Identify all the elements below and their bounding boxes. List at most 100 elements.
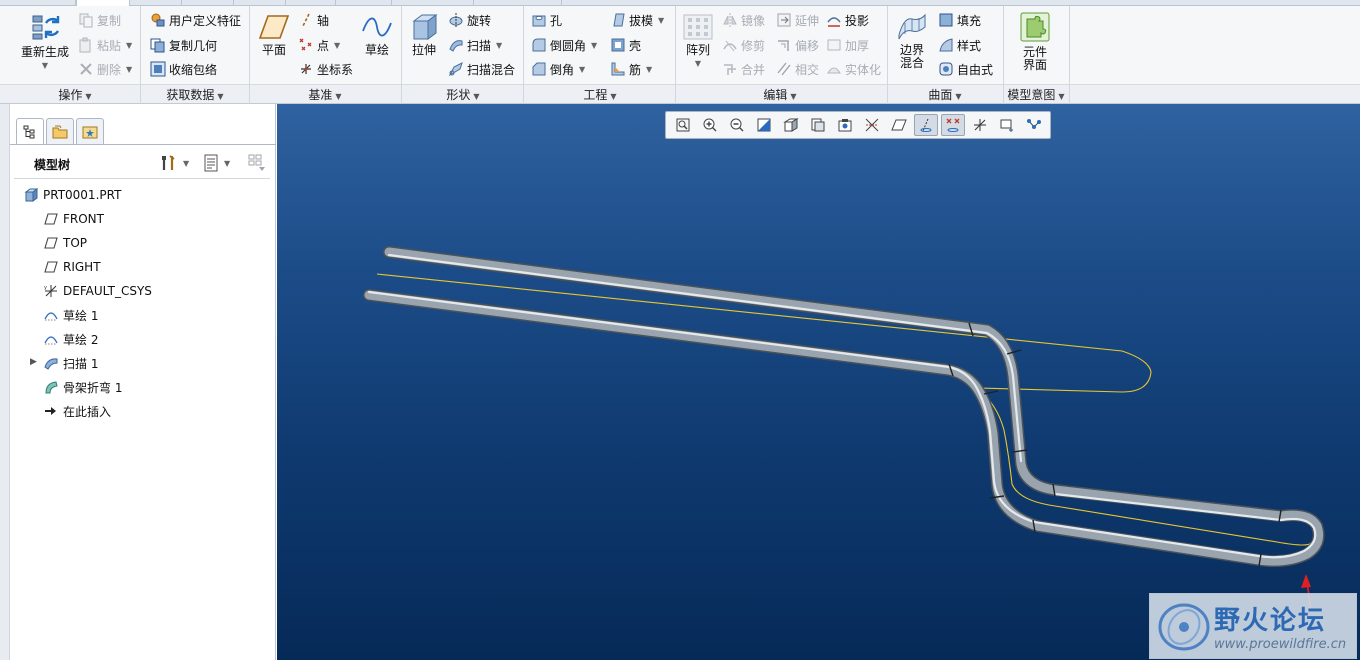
mirror-button[interactable]: 镜像 xyxy=(722,10,765,30)
freestyle-label: 自由式 xyxy=(957,62,994,77)
group-label-shapes[interactable]: 形状 ▼ xyxy=(418,86,508,103)
zoom-in-button[interactable] xyxy=(698,114,722,136)
csys-display-toggle[interactable] xyxy=(968,114,992,136)
sketch-button[interactable]: 草绘 xyxy=(358,13,396,57)
paste-button[interactable]: 粘贴 ▼ xyxy=(78,35,132,55)
group-label-engineering[interactable]: 工程 ▼ xyxy=(555,86,645,103)
freestyle-button[interactable]: 自由式 xyxy=(938,59,993,79)
chevron-down-icon[interactable]: ▼ xyxy=(496,41,502,50)
chevron-down-icon[interactable]: ▼ xyxy=(680,57,716,70)
repaint-button[interactable] xyxy=(752,114,776,136)
component-interface-button[interactable]: 元件界面 xyxy=(1012,11,1058,72)
saved-orientations-button[interactable] xyxy=(806,114,830,136)
datum-point-button[interactable]: 点 ▼ xyxy=(298,35,340,55)
sweep-button[interactable]: 扫描 ▼ xyxy=(448,35,502,55)
extend-button[interactable]: 延伸 xyxy=(776,10,819,30)
shell-button[interactable]: 壳 xyxy=(610,35,641,55)
extrude-label: 拉伸 xyxy=(411,43,436,57)
csys-button[interactable]: 坐标系 xyxy=(298,59,353,79)
solidify-button[interactable]: 实体化 xyxy=(826,59,881,79)
datum-plane-button[interactable]: 平面 xyxy=(255,13,293,57)
chevron-down-icon[interactable]: ▼ xyxy=(334,41,340,50)
group-label-editing[interactable]: 编辑 ▼ xyxy=(735,86,825,103)
hole-button[interactable]: 孔 xyxy=(531,10,562,30)
chevron-down-icon[interactable]: ▼ xyxy=(579,65,585,74)
offset-button[interactable]: 偏移 xyxy=(776,35,819,55)
refit-button[interactable] xyxy=(671,114,695,136)
tab-model-tree[interactable] xyxy=(16,118,44,145)
expand-arrow-icon[interactable]: ▶ xyxy=(30,357,37,367)
chevron-down-icon[interactable]: ▼ xyxy=(16,59,74,72)
chamfer-button[interactable]: 倒角 ▼ xyxy=(531,59,585,79)
datum-display-filter-button[interactable] xyxy=(887,114,911,136)
tree-node-sketch-1[interactable]: 草绘 1 xyxy=(44,305,98,325)
tree-node-sweep-1[interactable]: 扫描 1 xyxy=(44,353,98,373)
tab-folder-browser[interactable] xyxy=(46,118,74,144)
sketch-icon xyxy=(44,336,58,345)
chevron-down-icon[interactable]: ▼ xyxy=(183,159,189,168)
project-button[interactable]: 投影 xyxy=(826,10,869,30)
shrinkwrap-button[interactable]: 收缩包络 xyxy=(150,59,217,79)
pattern-button[interactable]: 阵列 ▼ xyxy=(680,13,716,70)
datum-axis-button[interactable]: 轴 xyxy=(298,10,329,30)
tree-node-label: DEFAULT_CSYS xyxy=(63,284,152,298)
model-scene[interactable] xyxy=(277,104,1360,660)
tree-node-right[interactable]: RIGHT xyxy=(44,257,101,277)
swept-tube-solid[interactable] xyxy=(363,246,1325,568)
chevron-down-icon[interactable]: ▼ xyxy=(224,159,230,168)
chevron-down-icon[interactable]: ▼ xyxy=(646,65,652,74)
tree-node-insert-here[interactable]: 在此插入 xyxy=(44,401,111,421)
trim-button[interactable]: 修剪 xyxy=(722,35,765,55)
display-tree-toggle[interactable] xyxy=(1022,114,1046,136)
copy-button[interactable]: 复制 xyxy=(78,10,121,30)
group-label-operations[interactable]: 操作 ▼ xyxy=(30,86,120,103)
group-label-surfaces[interactable]: 曲面 ▼ xyxy=(900,86,990,103)
graphics-window[interactable]: 野火论坛 www.proewildfire.cn xyxy=(277,104,1360,660)
chevron-down-icon[interactable]: ▼ xyxy=(658,16,664,25)
point-display-toggle[interactable] xyxy=(940,114,965,136)
view-manager-button[interactable] xyxy=(833,114,857,136)
display-style-button[interactable] xyxy=(779,114,803,136)
tree-node-default-csys[interactable]: y DEFAULT_CSYS xyxy=(44,281,152,301)
tree-show-button[interactable]: ▼ xyxy=(203,153,230,173)
tree-node-sketch-2[interactable]: 草绘 2 xyxy=(44,329,98,349)
merge-button[interactable]: 合并 xyxy=(722,59,765,79)
rib-button[interactable]: 筋 ▼ xyxy=(610,59,652,79)
tree-settings-button[interactable]: ▼ xyxy=(160,153,189,173)
draft-button[interactable]: 拔模 ▼ xyxy=(610,10,664,30)
group-label-model-intent[interactable]: 模型意图 ▼ xyxy=(1004,86,1068,103)
copy-geometry-button[interactable]: 复制几何 xyxy=(150,35,217,55)
ribbon-separator xyxy=(140,6,141,104)
csys-icon xyxy=(973,119,986,131)
style-button[interactable]: 样式 xyxy=(938,35,981,55)
round-button[interactable]: 倒圆角 ▼ xyxy=(531,35,597,55)
chevron-down-icon[interactable]: ▼ xyxy=(126,65,132,74)
tree-node-part[interactable]: PRT0001.PRT xyxy=(24,185,121,205)
revolve-button[interactable]: 旋转 xyxy=(448,10,491,30)
intersect-button[interactable]: 相交 xyxy=(776,59,819,79)
group-label-datum[interactable]: 基准 ▼ xyxy=(280,86,370,103)
tree-node-top[interactable]: TOP xyxy=(44,233,87,253)
zoom-out-button[interactable] xyxy=(725,114,749,136)
udf-button[interactable]: 用户定义特征 xyxy=(150,10,241,30)
delete-button[interactable]: 删除 ▼ xyxy=(78,59,132,79)
tree-filter-button[interactable] xyxy=(248,153,268,173)
delete-label: 删除 xyxy=(97,62,122,77)
panel-sash[interactable] xyxy=(0,104,10,660)
annotation-display-toggle[interactable] xyxy=(913,114,938,136)
regenerate-button[interactable]: 重新生成 ▼ xyxy=(16,11,74,72)
group-label-get-data[interactable]: 获取数据 ▼ xyxy=(150,86,240,103)
spin-center-toggle[interactable] xyxy=(995,114,1019,136)
tab-favorites[interactable] xyxy=(76,118,104,144)
tree-node-spinal-bend-1[interactable]: 骨架折弯 1 xyxy=(44,377,122,397)
chevron-down-icon[interactable]: ▼ xyxy=(126,41,132,50)
fill-button[interactable]: 填充 xyxy=(938,10,981,30)
tree-node-front[interactable]: FRONT xyxy=(44,209,104,229)
perspective-button[interactable] xyxy=(860,114,884,136)
boundary-blend-button[interactable]: 边界混合 xyxy=(893,13,931,70)
chevron-down-icon[interactable]: ▼ xyxy=(591,41,597,50)
boundary-blend-icon xyxy=(898,13,926,40)
thicken-button[interactable]: 加厚 xyxy=(826,35,869,55)
extrude-button[interactable]: 拉伸 xyxy=(405,13,443,57)
swept-blend-button[interactable]: 扫描混合 xyxy=(448,59,515,79)
